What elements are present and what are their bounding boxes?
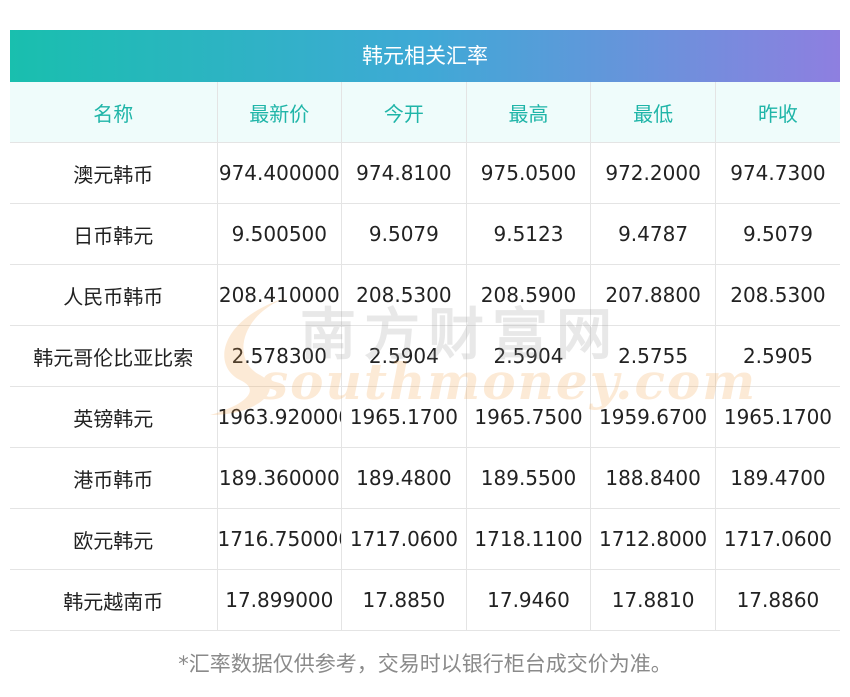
open-price-cell: 1717.0600 (341, 508, 467, 570)
latest-price-cell: 17.899000 (217, 569, 343, 631)
table-row: 韩元越南币 17.899000 17.8850 17.9460 17.8810 17.88… (10, 569, 840, 631)
column-header-high: 最高 (466, 82, 592, 143)
prev-close-price-cell: 189.4700 (715, 447, 840, 509)
latest-price-cell: 9.500500 (217, 203, 343, 265)
high-price-cell: 208.5900 (466, 264, 592, 326)
latest-price-cell: 1963.920000 (217, 386, 343, 448)
column-header-prev-close: 昨收 (715, 82, 840, 143)
low-price-cell: 207.8800 (590, 264, 716, 326)
latest-price-cell: 1716.750000 (217, 508, 343, 570)
prev-close-price-cell: 208.5300 (715, 264, 840, 326)
prev-close-price-cell: 974.7300 (715, 142, 840, 204)
table-row: 日币韩元 9.500500 9.5079 9.5123 9.4787 9.5079 (10, 203, 840, 265)
pair-name-cell: 日币韩元 (10, 203, 218, 265)
high-price-cell: 1965.7500 (466, 386, 592, 448)
high-price-cell: 189.5500 (466, 447, 592, 509)
low-price-cell: 2.5755 (590, 325, 716, 387)
pair-name-cell: 港币韩币 (10, 447, 218, 509)
open-price-cell: 17.8850 (341, 569, 467, 631)
low-price-cell: 17.8810 (590, 569, 716, 631)
page: 韩元相关汇率 名称 最新价 今开 最高 最低 昨收 澳元韩币 974.400000… (0, 0, 850, 697)
latest-price-cell: 974.400000 (217, 142, 343, 204)
prev-close-price-cell: 1717.0600 (715, 508, 840, 570)
prev-close-price-cell: 1965.1700 (715, 386, 840, 448)
prev-close-price-cell: 17.8860 (715, 569, 840, 631)
low-price-cell: 188.8400 (590, 447, 716, 509)
rates-table: 名称 最新价 今开 最高 最低 昨收 澳元韩币 974.400000 974.810… (10, 82, 840, 631)
high-price-cell: 9.5123 (466, 203, 592, 265)
high-price-cell: 2.5904 (466, 325, 592, 387)
column-header-name: 名称 (10, 82, 218, 143)
low-price-cell: 1959.6700 (590, 386, 716, 448)
table-row: 英镑韩元 1963.920000 1965.1700 1965.7500 1959.67… (10, 386, 840, 448)
table-title: 韩元相关汇率 (10, 30, 840, 82)
pair-name-cell: 人民币韩币 (10, 264, 218, 326)
pair-name-cell: 韩元哥伦比亚比索 (10, 325, 218, 387)
open-price-cell: 189.4800 (341, 447, 467, 509)
prev-close-price-cell: 9.5079 (715, 203, 840, 265)
pair-name-cell: 澳元韩币 (10, 142, 218, 204)
high-price-cell: 17.9460 (466, 569, 592, 631)
column-header-open: 今开 (341, 82, 467, 143)
table-row: 澳元韩币 974.400000 974.8100 975.0500 972.2000 97… (10, 142, 840, 204)
pair-name-cell: 英镑韩元 (10, 386, 218, 448)
low-price-cell: 9.4787 (590, 203, 716, 265)
latest-price-cell: 208.410000 (217, 264, 343, 326)
latest-price-cell: 2.578300 (217, 325, 343, 387)
open-price-cell: 2.5904 (341, 325, 467, 387)
high-price-cell: 975.0500 (466, 142, 592, 204)
pair-name-cell: 韩元越南币 (10, 569, 218, 631)
table-row: 欧元韩元 1716.750000 1717.0600 1718.1100 1712.80… (10, 508, 840, 570)
exchange-rate-table: 韩元相关汇率 名称 最新价 今开 最高 最低 昨收 澳元韩币 974.400000… (10, 30, 840, 631)
header-row: 名称 最新价 今开 最高 最低 昨收 (10, 82, 840, 143)
prev-close-price-cell: 2.5905 (715, 325, 840, 387)
table-row: 港币韩币 189.360000 189.4800 189.5500 188.8400 18… (10, 447, 840, 509)
table-row: 人民币韩币 208.410000 208.5300 208.5900 207.8800 2… (10, 264, 840, 326)
low-price-cell: 1712.8000 (590, 508, 716, 570)
open-price-cell: 1965.1700 (341, 386, 467, 448)
column-header-low: 最低 (590, 82, 716, 143)
open-price-cell: 208.5300 (341, 264, 467, 326)
pair-name-cell: 欧元韩元 (10, 508, 218, 570)
column-header-latest: 最新价 (217, 82, 343, 143)
disclaimer-note: *汇率数据仅供参考，交易时以银行柜台成交价为准。 (178, 652, 672, 676)
table-row: 韩元哥伦比亚比索 2.578300 2.5904 2.5904 2.5755 2.5905 (10, 325, 840, 387)
latest-price-cell: 189.360000 (217, 447, 343, 509)
low-price-cell: 972.2000 (590, 142, 716, 204)
open-price-cell: 9.5079 (341, 203, 467, 265)
open-price-cell: 974.8100 (341, 142, 467, 204)
high-price-cell: 1718.1100 (466, 508, 592, 570)
